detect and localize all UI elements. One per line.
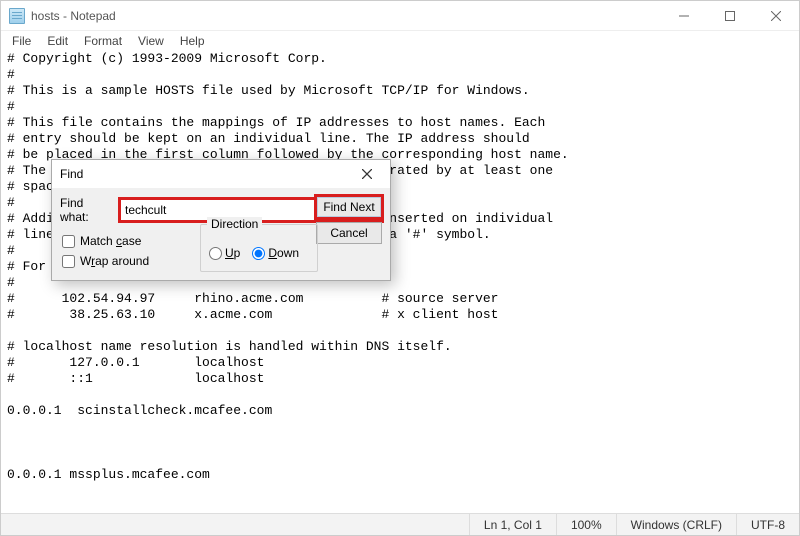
status-eol: Windows (CRLF) (616, 514, 736, 535)
menu-file[interactable]: File (5, 33, 38, 49)
find-dialog-close-button[interactable] (348, 162, 386, 186)
titlebar: hosts - Notepad (1, 1, 799, 31)
notepad-icon (9, 8, 25, 24)
minimize-icon (679, 11, 689, 21)
wrap-around-label: Wrap around (80, 254, 149, 268)
cancel-button[interactable]: Cancel (316, 222, 382, 244)
find-what-label: Find what: (60, 196, 114, 224)
status-position: Ln 1, Col 1 (469, 514, 556, 535)
find-dialog-titlebar[interactable]: Find (52, 160, 390, 188)
menu-view[interactable]: View (131, 33, 171, 49)
find-next-label: Find Next (323, 200, 374, 214)
minimize-button[interactable] (661, 1, 707, 31)
direction-group: Direction Up Down (200, 224, 318, 272)
statusbar: Ln 1, Col 1 100% Windows (CRLF) UTF-8 (1, 513, 799, 535)
close-icon (362, 169, 372, 179)
direction-legend: Direction (207, 217, 262, 231)
direction-down-input[interactable] (252, 247, 265, 260)
window-title: hosts - Notepad (31, 9, 116, 23)
direction-down-label: Down (268, 246, 299, 260)
menu-format[interactable]: Format (77, 33, 129, 49)
menu-edit[interactable]: Edit (40, 33, 75, 49)
match-case-label: Match case (80, 234, 141, 248)
status-zoom: 100% (556, 514, 616, 535)
wrap-around-input[interactable] (62, 255, 75, 268)
match-case-input[interactable] (62, 235, 75, 248)
direction-up-radio[interactable]: Up (209, 246, 240, 260)
close-icon (771, 11, 781, 21)
status-encoding: UTF-8 (736, 514, 799, 535)
menubar: File Edit Format View Help (1, 31, 799, 51)
cancel-label: Cancel (330, 226, 367, 240)
menu-help[interactable]: Help (173, 33, 212, 49)
direction-up-input[interactable] (209, 247, 222, 260)
maximize-icon (725, 11, 735, 21)
find-dialog: Find Find what: Find Next Cancel Directi… (51, 159, 391, 281)
close-button[interactable] (753, 1, 799, 31)
find-next-button[interactable]: Find Next (316, 196, 382, 218)
text-editor[interactable]: # Copyright (c) 1993-2009 Microsoft Corp… (1, 51, 799, 513)
find-dialog-title: Find (60, 167, 348, 181)
direction-up-label: Up (225, 246, 240, 260)
maximize-button[interactable] (707, 1, 753, 31)
direction-down-radio[interactable]: Down (252, 246, 299, 260)
